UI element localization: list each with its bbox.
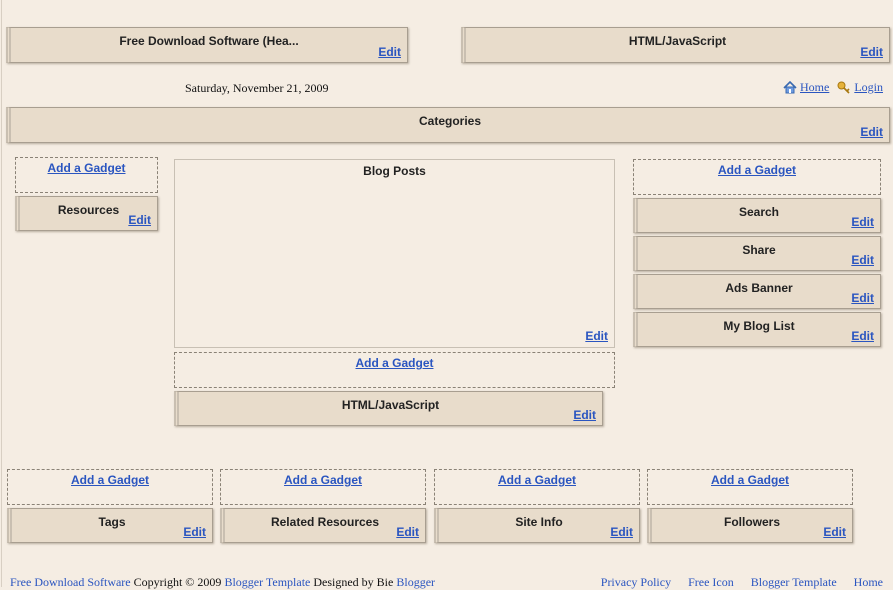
related-resources-widget: Related Resources Edit	[220, 508, 426, 543]
add-gadget-bottom-1: Add a Gadget	[7, 469, 213, 505]
page-left-border	[1, 0, 2, 587]
resources-widget: Resources Edit	[15, 196, 158, 231]
main-html-js-widget: HTML/JavaScript Edit	[174, 391, 603, 426]
edit-link[interactable]: Edit	[585, 329, 608, 343]
followers-widget: Followers Edit	[647, 508, 853, 543]
edit-link[interactable]: Edit	[183, 525, 206, 539]
widget-title: Related Resources	[270, 515, 380, 529]
edit-link[interactable]: Edit	[851, 253, 874, 267]
add-gadget-left-sidebar: Add a Gadget	[15, 157, 158, 193]
widget-title: Categories	[418, 114, 482, 128]
ads-banner-widget: Ads Banner Edit	[633, 274, 881, 309]
edit-link[interactable]: Edit	[851, 329, 874, 343]
home-icon	[783, 81, 797, 94]
add-gadget-link[interactable]: Add a Gadget	[47, 161, 125, 175]
edit-link[interactable]: Edit	[823, 525, 846, 539]
add-gadget-link[interactable]: Add a Gadget	[71, 473, 149, 487]
current-date: Saturday, November 21, 2009	[185, 81, 329, 95]
add-gadget-link[interactable]: Add a Gadget	[355, 356, 433, 370]
add-gadget-bottom-3: Add a Gadget	[434, 469, 640, 505]
add-gadget-right-sidebar: Add a Gadget	[633, 159, 881, 195]
widget-title: HTML/JavaScript	[628, 34, 727, 48]
edit-link[interactable]: Edit	[860, 125, 883, 139]
footer-credits: Free Download Software Copyright © 2009 …	[10, 575, 435, 590]
edit-link[interactable]: Edit	[610, 525, 633, 539]
login-link[interactable]: Login	[854, 80, 883, 95]
add-gadget-link[interactable]: Add a Gadget	[711, 473, 789, 487]
footer-home-link[interactable]: Home	[854, 575, 883, 590]
add-gadget-bottom-4: Add a Gadget	[647, 469, 853, 505]
widget-title: Share	[742, 243, 776, 257]
home-link-group: Home	[783, 80, 829, 95]
edit-link[interactable]: Edit	[128, 213, 151, 227]
header-widget-html-js: HTML/JavaScript Edit	[461, 27, 890, 63]
widget-title: My Blog List	[723, 319, 795, 333]
login-link-group: Login	[837, 80, 883, 95]
share-widget: Share Edit	[633, 236, 881, 271]
top-links: Home Login	[783, 80, 883, 95]
widget-title: Search	[738, 205, 780, 219]
blogger-template-link[interactable]: Blogger Template	[751, 575, 837, 590]
header-widget-free-download: Free Download Software (Hea... Edit	[6, 27, 408, 63]
free-icon-link[interactable]: Free Icon	[688, 575, 734, 590]
add-gadget-main: Add a Gadget	[174, 352, 615, 388]
edit-link[interactable]: Edit	[573, 408, 596, 422]
privacy-policy-link[interactable]: Privacy Policy	[601, 575, 671, 590]
edit-link[interactable]: Edit	[851, 291, 874, 305]
widget-title: Free Download Software (Hea...	[119, 34, 299, 48]
search-widget: Search Edit	[633, 198, 881, 233]
widget-title: HTML/JavaScript	[341, 398, 440, 412]
widget-title: Tags	[98, 515, 126, 529]
blog-posts-widget: Blog Posts Edit	[174, 159, 615, 348]
add-gadget-link[interactable]: Add a Gadget	[498, 473, 576, 487]
widget-title: Site Info	[515, 515, 563, 529]
widget-title: Blog Posts	[363, 164, 426, 178]
add-gadget-link[interactable]: Add a Gadget	[718, 163, 796, 177]
edit-link[interactable]: Edit	[860, 45, 883, 59]
widget-title: Followers	[723, 515, 780, 529]
site-info-widget: Site Info Edit	[434, 508, 640, 543]
add-gadget-link[interactable]: Add a Gadget	[284, 473, 362, 487]
edit-link[interactable]: Edit	[851, 215, 874, 229]
edit-link[interactable]: Edit	[396, 525, 419, 539]
footer-links: Privacy Policy Free Icon Blogger Templat…	[601, 575, 883, 590]
my-blog-list-widget: My Blog List Edit	[633, 312, 881, 347]
categories-widget: Categories Edit	[6, 107, 890, 143]
key-icon	[837, 81, 850, 94]
widget-title: Ads Banner	[725, 281, 793, 295]
edit-link[interactable]: Edit	[378, 45, 401, 59]
add-gadget-bottom-2: Add a Gadget	[220, 469, 426, 505]
home-link[interactable]: Home	[800, 80, 829, 95]
tags-widget: Tags Edit	[7, 508, 213, 543]
